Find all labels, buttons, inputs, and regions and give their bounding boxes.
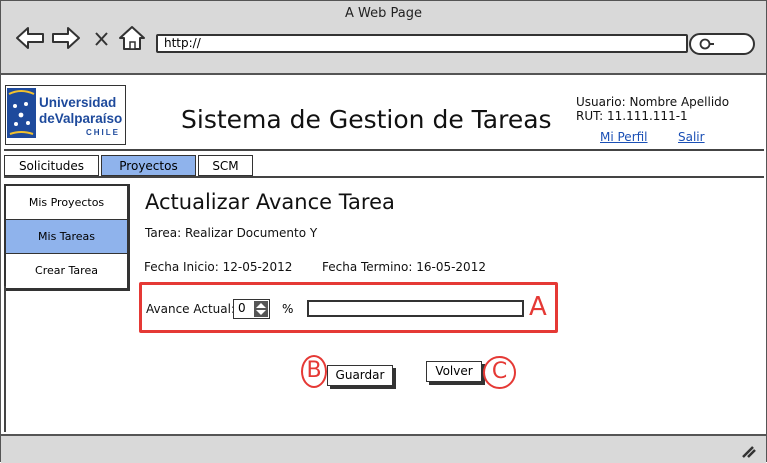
app-title: Sistema de Gestion de Tareas bbox=[181, 105, 552, 134]
logo-text-line1: Universidad bbox=[39, 95, 117, 110]
logo-text-line2: deValparaíso bbox=[39, 111, 123, 126]
tabs-divider bbox=[4, 176, 764, 178]
logo-emblem bbox=[7, 88, 36, 138]
sidebar-item-mis-proyectos[interactable]: Mis Proyectos bbox=[6, 186, 127, 219]
stepper-up-down-icon bbox=[256, 303, 266, 315]
stepper-arrows[interactable] bbox=[254, 301, 268, 317]
logo-text-line3: CHILE bbox=[86, 128, 120, 137]
progress-unit: % bbox=[282, 302, 294, 316]
progress-label: Avance Actual: bbox=[146, 302, 235, 316]
window-title: A Web Page bbox=[345, 6, 422, 21]
annotation-label-c: C bbox=[483, 356, 516, 389]
browser-search-field[interactable] bbox=[689, 33, 755, 55]
task-name: Tarea: Realizar Documento Y bbox=[145, 226, 318, 240]
star-emblem-icon bbox=[8, 90, 35, 135]
sidebar-border bbox=[4, 286, 6, 432]
back-arrow-icon[interactable] bbox=[15, 25, 45, 51]
sidebar-item-crear-tarea[interactable]: Crear Tarea bbox=[6, 254, 127, 287]
progress-bar bbox=[307, 300, 524, 317]
user-name: Usuario: Nombre Apellido bbox=[576, 95, 730, 109]
sidebar-item-mis-tareas[interactable]: Mis Tareas bbox=[6, 220, 127, 253]
annotation-label-b: B bbox=[301, 355, 327, 388]
tab-solicitudes[interactable]: Solicitudes bbox=[4, 155, 99, 176]
start-date: Fecha Inicio: 12-05-2012 bbox=[144, 260, 293, 274]
university-logo: Universidad deValparaíso CHILE bbox=[5, 85, 126, 145]
user-rut: RUT: 11.111.111-1 bbox=[576, 109, 688, 123]
tab-scm[interactable]: SCM bbox=[198, 155, 253, 176]
page-title: Actualizar Avance Tarea bbox=[145, 190, 395, 214]
home-icon[interactable] bbox=[117, 25, 147, 51]
progress-stepper-value: 0 bbox=[238, 301, 246, 315]
back-button[interactable]: Volver bbox=[426, 361, 482, 382]
close-x-icon[interactable] bbox=[91, 25, 113, 51]
browser-toolbar: A Web Page http:// bbox=[1, 1, 766, 75]
save-button[interactable]: Guardar bbox=[327, 365, 393, 386]
url-field[interactable]: http:// bbox=[156, 34, 688, 53]
progress-stepper[interactable]: 0 bbox=[233, 299, 270, 319]
profile-link[interactable]: Mi Perfil bbox=[600, 130, 648, 144]
logout-link[interactable]: Salir bbox=[678, 130, 705, 144]
annotation-label-a: A bbox=[529, 292, 547, 322]
end-date: Fecha Termino: 16-05-2012 bbox=[322, 260, 486, 274]
side-menu: Mis Proyectos Mis Tareas Crear Tarea bbox=[4, 184, 130, 291]
header-divider bbox=[4, 149, 764, 151]
forward-arrow-icon[interactable] bbox=[51, 25, 81, 51]
status-bar bbox=[1, 434, 766, 463]
search-icon bbox=[699, 38, 714, 50]
tab-proyectos[interactable]: Proyectos bbox=[101, 155, 196, 176]
resize-grip-icon[interactable] bbox=[740, 444, 756, 458]
browser-window: A Web Page http:// Universidad deValpara… bbox=[0, 0, 767, 463]
